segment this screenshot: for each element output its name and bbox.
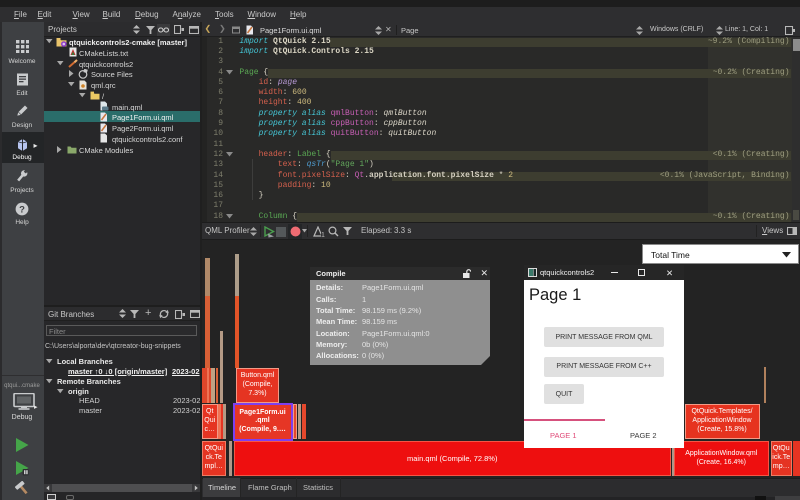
svg-text:1: 1 — [321, 232, 325, 237]
svg-text:?: ? — [19, 204, 25, 215]
